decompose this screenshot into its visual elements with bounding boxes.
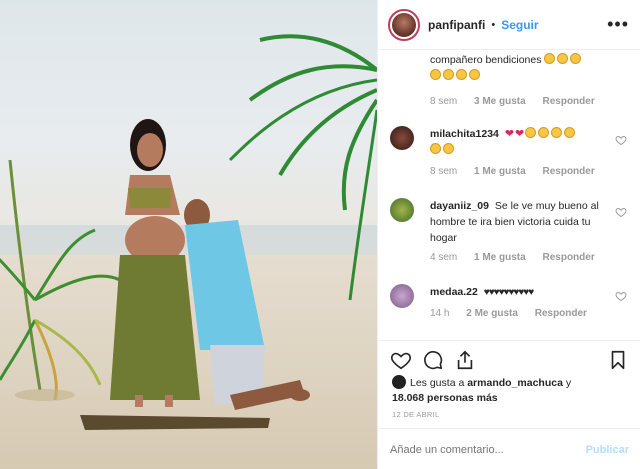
comment-time[interactable]: 14 h <box>430 308 449 319</box>
bookmark-icon[interactable] <box>607 349 629 371</box>
comment-item: dayaniiz_09 Se le ve muy bueno al hombre… <box>388 198 633 278</box>
heart-eyes-icon <box>525 127 537 138</box>
post-actions <box>378 340 640 378</box>
commenter-username[interactable]: milachita1234 <box>430 128 499 140</box>
like-heart-icon[interactable] <box>390 349 412 371</box>
commenter-username[interactable]: dayaniiz_09 <box>430 200 489 212</box>
comment-time[interactable]: 8 sem <box>430 96 457 107</box>
black-hearts-icon: ♥♥♥♥♥♥♥♥♥♥ <box>483 287 534 298</box>
comment-text: dayaniiz_09 Se le ve muy bueno al hombre… <box>430 198 610 246</box>
likes-count[interactable]: 18.068 personas más <box>392 392 498 404</box>
palm-right <box>228 34 377 301</box>
commenter-avatar[interactable] <box>390 284 414 308</box>
comment-likes[interactable]: 1 Me gusta <box>474 166 526 177</box>
smiling-face-hearts-icon <box>544 53 556 64</box>
post-photo[interactable] <box>0 0 377 469</box>
comment-text: medaa.22 ♥♥♥♥♥♥♥♥♥♥ <box>430 284 610 301</box>
reply-button[interactable]: Responder <box>542 166 594 177</box>
comment-time[interactable]: 8 sem <box>430 166 457 177</box>
comment-bubble-icon[interactable] <box>422 349 444 371</box>
woman-figure <box>110 119 200 407</box>
publish-button[interactable]: Publicar <box>586 444 629 456</box>
comment-meta: 8 sem 3 Me gusta Responder <box>430 96 609 107</box>
like-comment-icon[interactable] <box>615 134 627 146</box>
liker-avatar[interactable] <box>392 375 406 389</box>
share-icon[interactable] <box>454 349 476 371</box>
comment-meta: 4 sem 1 Me gusta Responder <box>430 252 609 263</box>
comments-list[interactable]: compañero bendiciones 8 sem 3 Me gusta R… <box>378 50 640 340</box>
driftwood <box>80 415 270 430</box>
kissing-face-icon <box>443 143 454 154</box>
author-username[interactable]: panfipanfi <box>428 18 485 32</box>
smiling-face-icon <box>456 69 467 80</box>
comment-likes[interactable]: 3 Me gusta <box>474 96 526 107</box>
more-options-icon[interactable]: ••• <box>607 14 629 35</box>
photo-scene <box>0 34 377 430</box>
heart-eyes-icon <box>564 127 576 138</box>
like-comment-icon[interactable] <box>615 206 627 218</box>
smiling-face-hearts-icon <box>430 69 441 80</box>
comment-likes[interactable]: 1 Me gusta <box>474 252 526 263</box>
comment-text: milachita1234 ❤❤ <box>430 126 610 158</box>
reply-button[interactable]: Responder <box>535 308 587 319</box>
commenter-avatar[interactable] <box>390 198 414 222</box>
header-separator: • <box>491 18 496 31</box>
comment-meta: 14 h 2 Me gusta Responder <box>430 308 601 319</box>
comment-likes[interactable]: 2 Me gusta <box>466 308 518 319</box>
kissing-face-icon <box>430 143 441 154</box>
comment-item: compañero bendiciones 8 sem 3 Me gusta R… <box>388 52 633 112</box>
author-avatar-image <box>392 12 416 37</box>
instagram-post: panfipanfi • Seguir ••• compañero bendic… <box>0 0 640 469</box>
heart-eyes-icon <box>551 127 563 138</box>
palm-left <box>0 159 121 401</box>
comment-item: milachita1234 ❤❤ 8 sem 1 Me gusta Respon… <box>388 126 633 186</box>
liker-username[interactable]: armando_machuca <box>467 377 563 389</box>
red-heart-icon: ❤ <box>504 128 515 140</box>
comment-text: compañero bendiciones <box>430 52 610 84</box>
post-header: panfipanfi • Seguir ••• <box>378 0 640 50</box>
comment-meta: 8 sem 1 Me gusta Responder <box>430 166 609 177</box>
comment-input[interactable] <box>390 441 570 459</box>
post-sidebar: panfipanfi • Seguir ••• compañero bendic… <box>377 0 640 469</box>
red-heart-icon: ❤ <box>515 128 525 140</box>
commenter-avatar[interactable] <box>390 126 414 150</box>
smiling-face-hearts-icon <box>557 53 569 64</box>
commenter-username[interactable]: medaa.22 <box>430 286 478 298</box>
likes-prefix: Les gusta a <box>410 377 465 389</box>
man-figure <box>184 199 310 410</box>
smiling-face-icon <box>443 69 454 80</box>
likes-summary: Les gusta a armando_machuca y 18.068 per… <box>392 375 632 406</box>
like-comment-icon[interactable] <box>615 290 627 302</box>
comment-text-content: compañero bendiciones <box>430 54 542 66</box>
post-date[interactable]: 12 DE ABRIL <box>392 410 440 419</box>
likes-conjunction: y <box>565 377 572 389</box>
smiling-face-icon <box>469 69 480 80</box>
reply-button[interactable]: Responder <box>542 96 594 107</box>
reply-button[interactable]: Responder <box>542 252 594 263</box>
heart-eyes-icon <box>538 127 550 138</box>
comment-item: medaa.22 ♥♥♥♥♥♥♥♥♥♥ 14 h 2 Me gusta Resp… <box>388 284 633 334</box>
add-comment-bar: Publicar <box>378 428 640 469</box>
smiling-face-hearts-icon <box>570 53 582 64</box>
follow-button[interactable]: Seguir <box>501 18 538 32</box>
author-avatar[interactable] <box>388 8 420 41</box>
comment-time[interactable]: 4 sem <box>430 252 457 263</box>
